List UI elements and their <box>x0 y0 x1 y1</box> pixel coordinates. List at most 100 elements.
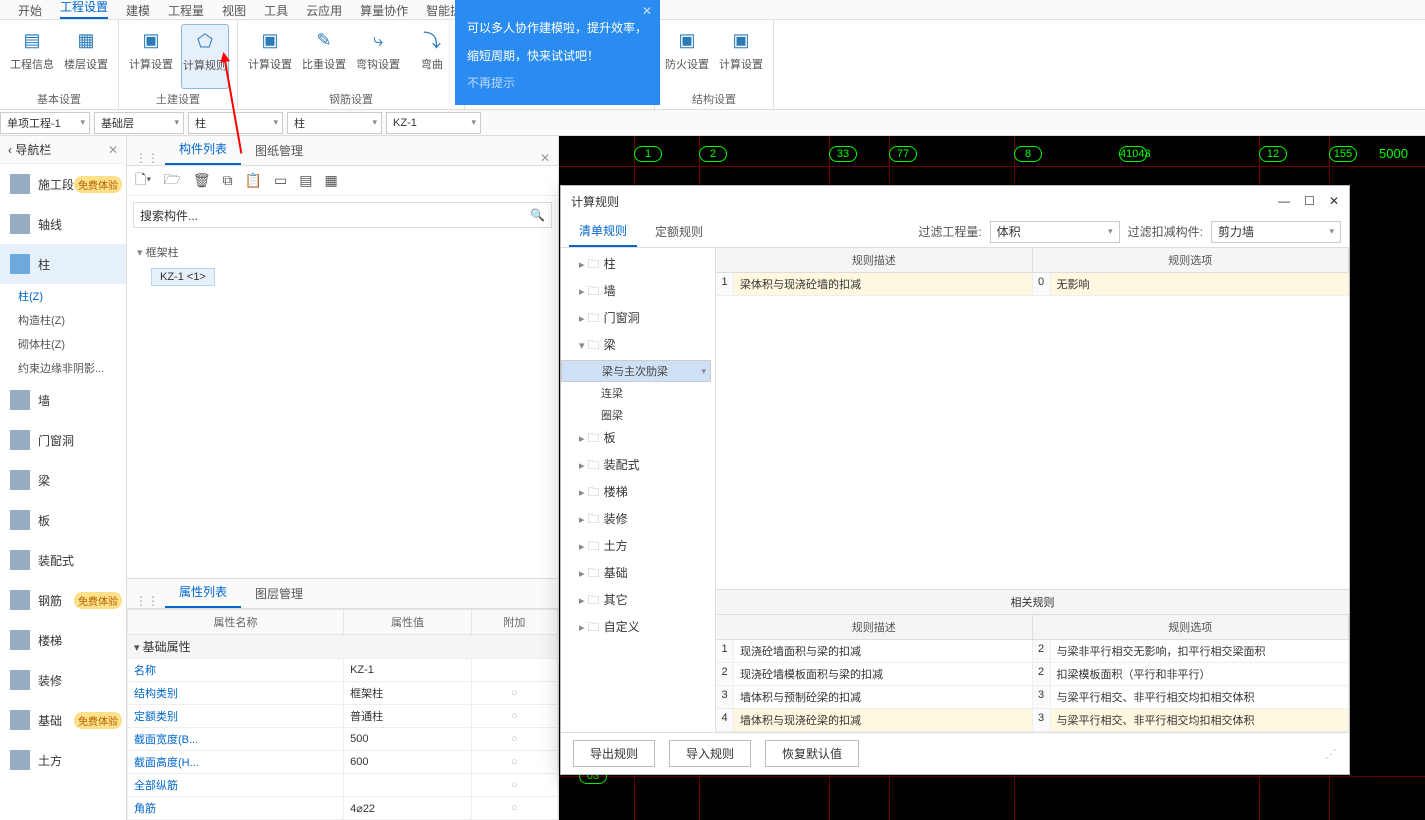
tree-door[interactable]: 🗀门窗洞 <box>561 306 715 333</box>
paste-icon[interactable]: 📋 <box>245 172 262 189</box>
filter1-select[interactable]: 体积 <box>990 221 1120 243</box>
maximize-icon[interactable]: ☐ <box>1304 194 1315 208</box>
minimize-icon[interactable]: — <box>1278 194 1290 208</box>
related-rule-row[interactable]: 4墙体积与现浇砼梁的扣减3与梁平行相交、非平行相交均扣相交体积 <box>716 709 1349 732</box>
sel-project[interactable]: 单项工程-1 <box>0 112 90 134</box>
related-rule-row[interactable]: 3墙体积与预制砼梁的扣减3与梁平行相交、非平行相交均扣相交体积 <box>716 686 1349 709</box>
tab-tools[interactable]: 工具 <box>264 2 288 19</box>
tab-project-settings[interactable]: 工程设置 <box>60 0 108 19</box>
tree-earth[interactable]: 🗀土方 <box>561 534 715 561</box>
nav-close-icon[interactable]: ✕ <box>108 143 118 157</box>
btn-calc2[interactable]: ▣计算设置 <box>717 24 765 89</box>
tab-modeling[interactable]: 建模 <box>126 2 150 19</box>
nav-stair[interactable]: 楼梯 <box>0 620 126 660</box>
related-rule-row[interactable]: 1现浇砼墙面积与梁的扣减2与梁非平行相交无影响，扣平行相交梁面积 <box>716 640 1349 663</box>
tab-drawing-mgr[interactable]: 图纸管理 <box>241 136 317 165</box>
layer-icon[interactable]: ▭ <box>274 172 287 189</box>
col-desc: 规则描述 <box>716 248 1033 272</box>
midtab-close-icon[interactable]: ✕ <box>540 151 550 165</box>
btn-weight[interactable]: ✎比重设置 <box>300 24 348 89</box>
prop-val-name[interactable]: KZ-1 <box>344 659 472 682</box>
nav-axis[interactable]: 轴线 <box>0 204 126 244</box>
tree-beam-main[interactable]: 梁与主次肋梁 <box>561 360 711 382</box>
tree-column[interactable]: 🗀柱 <box>561 252 715 279</box>
tree-quanliang[interactable]: 圈梁 <box>561 404 715 426</box>
btn-bend[interactable]: ⤵弯曲 <box>408 24 456 89</box>
restore-button[interactable]: 恢复默认值 <box>765 740 859 767</box>
tree-lianliang[interactable]: 连梁 <box>561 382 715 404</box>
drag-icon[interactable]: ⋮⋮ <box>135 151 159 165</box>
tab-collab[interactable]: 算量协作 <box>360 2 408 19</box>
nav-slab[interactable]: 板 <box>0 500 126 540</box>
nav-arrow-icon[interactable]: ‹ <box>8 143 12 157</box>
sub-yueshu[interactable]: 约束边缘非阴影... <box>0 356 126 380</box>
tree-precast[interactable]: 🗀装配式 <box>561 453 715 480</box>
tree-foundation[interactable]: 🗀基础 <box>561 561 715 588</box>
rule-row[interactable]: 1 梁体积与现浇砼墙的扣减 0 无影响 <box>716 273 1349 296</box>
tab-layers[interactable]: 图层管理 <box>241 579 317 608</box>
nav-foundation[interactable]: 基础免费体验 <box>0 700 126 740</box>
drag-icon2[interactable]: ⋮⋮ <box>135 594 159 608</box>
nav-wall[interactable]: 墙 <box>0 380 126 420</box>
sel-floor[interactable]: 基础层 <box>94 112 184 134</box>
nav-construction[interactable]: 施工段免费体验 <box>0 164 126 204</box>
tree-stair[interactable]: 🗀楼梯 <box>561 480 715 507</box>
nav-finish[interactable]: 装修 <box>0 660 126 700</box>
copy-icon[interactable]: ⧉ <box>223 172 233 189</box>
search-icon[interactable]: 🔍 <box>530 208 545 222</box>
resize-grip-icon[interactable]: ⋰ <box>1325 747 1337 761</box>
axis-label: 77 <box>889 146 917 162</box>
grid-icon[interactable]: ▦ <box>325 172 338 189</box>
nav-earth[interactable]: 土方 <box>0 740 126 780</box>
sub-qiti[interactable]: 砌体柱(Z) <box>0 332 126 356</box>
nav-precast[interactable]: 装配式 <box>0 540 126 580</box>
sel-cat2[interactable]: 柱 <box>287 112 382 134</box>
related-rule-row[interactable]: 2现浇砼墙模板面积与梁的扣减2扣梁模板面积（平行和非平行） <box>716 663 1349 686</box>
tree-slab[interactable]: 🗀板 <box>561 426 715 453</box>
tab-view[interactable]: 视图 <box>222 2 246 19</box>
nav-panel: ‹ 导航栏 ✕ 施工段免费体验 轴线 柱 柱(Z) 构造柱(Z) 砌体柱(Z) 约… <box>0 136 127 820</box>
tab-props[interactable]: 属性列表 <box>165 577 241 608</box>
list-icon[interactable]: ▤ <box>299 172 312 189</box>
group-basic: 基本设置 <box>8 89 110 109</box>
close-icon[interactable]: ✕ <box>642 4 652 18</box>
nav-rebar[interactable]: 钢筋免费体验 <box>0 580 126 620</box>
nav-door[interactable]: 门窗洞 <box>0 420 126 460</box>
btn-project-info[interactable]: ▤工程信息 <box>8 24 56 89</box>
tree-beam[interactable]: 🗀梁 <box>561 333 715 360</box>
nav-column[interactable]: 柱 <box>0 244 126 284</box>
open-icon[interactable]: 🗁 <box>163 169 180 193</box>
notify-dismiss[interactable]: 不再提示 <box>467 76 515 90</box>
tree-wall[interactable]: 🗀墙 <box>561 279 715 306</box>
tree-custom[interactable]: 🗀自定义 <box>561 615 715 642</box>
close-icon[interactable]: ✕ <box>1329 194 1339 208</box>
mid-panel: ⋮⋮ 构件列表 图纸管理 ✕ 🗋▾ 🗁 🗑 ⧉ 📋 ▭ ▤ ▦ 搜索构件...🔍… <box>127 136 559 820</box>
tab-component-list[interactable]: 构件列表 <box>165 134 241 165</box>
filter2-select[interactable]: 剪力墙 <box>1211 221 1341 243</box>
tab-cloud[interactable]: 云应用 <box>306 2 342 19</box>
tree-item-kz1[interactable]: KZ-1 <1> <box>151 268 215 286</box>
tab-list-rules[interactable]: 清单规则 <box>569 216 637 247</box>
nav-title: 导航栏 <box>15 141 51 158</box>
tree-other[interactable]: 🗀其它 <box>561 588 715 615</box>
delete-icon[interactable]: 🗑 <box>193 172 211 189</box>
tab-start[interactable]: 开始 <box>18 2 42 19</box>
sub-column-z[interactable]: 柱(Z) <box>0 284 126 308</box>
sub-gouzao[interactable]: 构造柱(Z) <box>0 308 126 332</box>
tab-quota-rules[interactable]: 定额规则 <box>645 217 713 246</box>
prop-group[interactable]: ▾ 基础属性 <box>128 635 558 659</box>
new-icon[interactable]: 🗋▾ <box>135 169 151 193</box>
btn-calc-settings[interactable]: ▣计算设置 <box>127 24 175 89</box>
import-button[interactable]: 导入规则 <box>669 740 751 767</box>
tree-root[interactable]: 框架柱 <box>137 240 548 264</box>
sel-member[interactable]: KZ-1 <box>386 112 481 134</box>
btn-hook[interactable]: ⤷弯钩设置 <box>354 24 402 89</box>
tree-finish[interactable]: 🗀装修 <box>561 507 715 534</box>
btn-gj-calc[interactable]: ▣计算设置 <box>246 24 294 89</box>
btn-floor-settings[interactable]: ▦楼层设置 <box>62 24 110 89</box>
tab-quantity[interactable]: 工程量 <box>168 2 204 19</box>
btn-fire[interactable]: ▣防火设置 <box>663 24 711 89</box>
nav-beam[interactable]: 梁 <box>0 460 126 500</box>
export-button[interactable]: 导出规则 <box>573 740 655 767</box>
search-input[interactable]: 搜索构件...🔍 <box>133 202 552 228</box>
